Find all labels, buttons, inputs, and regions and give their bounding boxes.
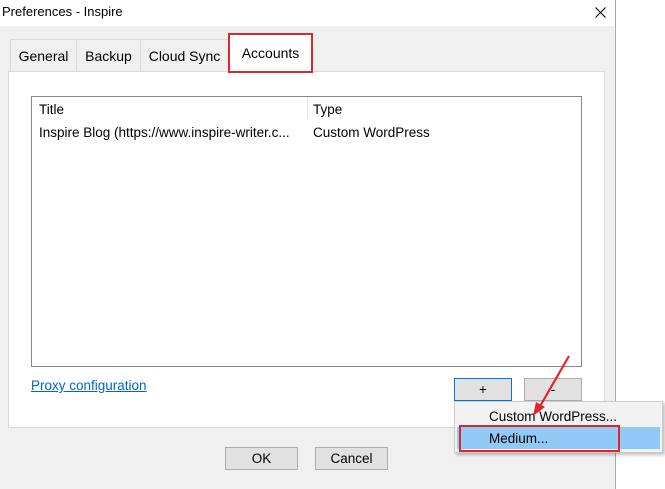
- accounts-list[interactable]: Title Type Inspire Blog (https://www.ins…: [31, 96, 582, 367]
- proxy-configuration-link[interactable]: Proxy configuration: [31, 378, 147, 393]
- tab-label: Backup: [85, 47, 132, 64]
- cancel-button-label: Cancel: [330, 451, 373, 466]
- tab-cloud-sync[interactable]: Cloud Sync: [140, 39, 229, 71]
- title-bar: Preferences - Inspire: [0, 0, 615, 26]
- ok-button[interactable]: OK: [225, 447, 298, 470]
- tab-label: Accounts: [241, 45, 300, 61]
- tab-label: Cloud Sync: [148, 47, 221, 64]
- column-header-type[interactable]: Type: [313, 102, 342, 117]
- list-header: Title Type: [32, 97, 581, 119]
- add-button-label: +: [479, 382, 487, 397]
- tab-label: General: [18, 47, 69, 64]
- ok-button-label: OK: [251, 451, 272, 466]
- menu-item-label: Custom WordPress...: [489, 408, 618, 424]
- menu-item-medium[interactable]: Medium...: [457, 427, 660, 449]
- add-account-menu: Custom WordPress... Medium...: [454, 401, 663, 453]
- menu-item-label: Medium...: [489, 430, 549, 446]
- tab-general[interactable]: General: [10, 39, 77, 71]
- remove-button-label: -: [550, 382, 556, 397]
- account-type-cell: Custom WordPress: [313, 125, 430, 140]
- column-header-title[interactable]: Title: [39, 102, 64, 117]
- menu-item-custom-wordpress[interactable]: Custom WordPress...: [457, 405, 660, 427]
- window-title: Preferences - Inspire: [2, 4, 123, 19]
- tab-accounts[interactable]: Accounts: [228, 33, 313, 72]
- add-account-button[interactable]: +: [454, 378, 512, 401]
- close-icon: [594, 6, 606, 18]
- table-row[interactable]: Inspire Blog (https://www.inspire-writer…: [32, 123, 581, 143]
- remove-account-button[interactable]: -: [524, 378, 582, 401]
- close-button[interactable]: [585, 0, 615, 24]
- column-divider[interactable]: [307, 97, 308, 119]
- account-title-cell: Inspire Blog (https://www.inspire-writer…: [39, 125, 290, 140]
- tab-backup[interactable]: Backup: [76, 39, 141, 71]
- cancel-button[interactable]: Cancel: [315, 447, 388, 470]
